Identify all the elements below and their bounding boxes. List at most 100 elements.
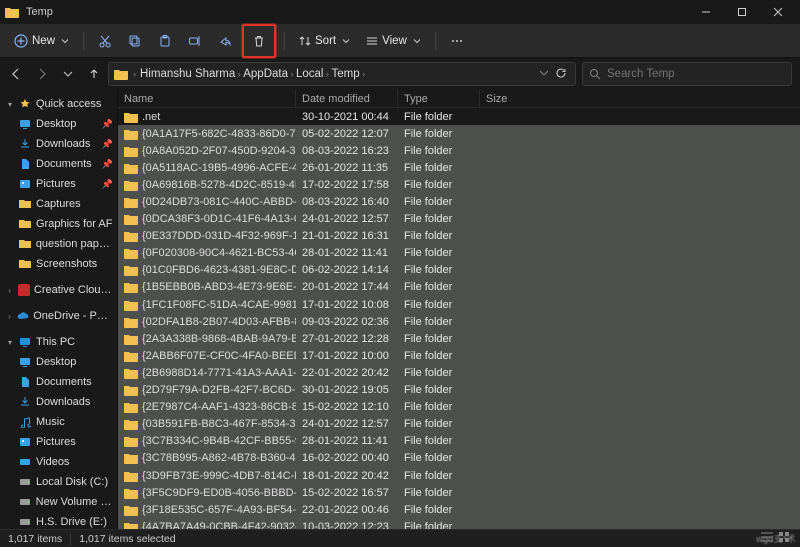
table-row[interactable]: .net30-10-2021 00:44File folder bbox=[118, 108, 800, 125]
table-row[interactable]: {3F5C9DF9-ED0B-4056-BBBD-64331725E5...15… bbox=[118, 484, 800, 501]
file-name: {3D9FB73E-999C-4DB7-814C-D2AE3FC7A... bbox=[142, 470, 296, 482]
status-bar: 1,017 items 1,017 items selected bbox=[0, 529, 800, 547]
table-row[interactable]: {2B6988D14-7771-41A3-AAA1-BF4B08CA0...22… bbox=[118, 364, 800, 381]
chevron-right-icon[interactable]: › bbox=[133, 69, 136, 79]
table-row[interactable]: {01C0FBD6-4623-4381-9E8C-DF3D5ABF8...06-… bbox=[118, 262, 800, 279]
sidebar-item-creative-cloud[interactable]: › Creative Cloud Fil bbox=[0, 280, 117, 300]
column-header-type[interactable]: Type bbox=[398, 90, 480, 107]
up-button[interactable] bbox=[86, 64, 102, 84]
minimize-button[interactable] bbox=[688, 0, 724, 24]
file-type: File folder bbox=[398, 179, 480, 191]
file-name: {2E7987C4-AAF1-4323-86CB-8EB0F92F23... bbox=[142, 401, 296, 413]
table-row[interactable]: {2E7987C4-AAF1-4323-86CB-8EB0F92F23...15… bbox=[118, 399, 800, 416]
forward-button[interactable] bbox=[34, 64, 50, 84]
back-button[interactable] bbox=[8, 64, 24, 84]
view-icon bbox=[366, 35, 378, 47]
sidebar-item[interactable]: H.S. Drive (E:) bbox=[0, 512, 117, 529]
sidebar-item[interactable]: question papers bbox=[0, 234, 117, 254]
details-view-toggle[interactable] bbox=[760, 531, 774, 546]
table-row[interactable]: {03B591FB-B8C3-467F-8534-32B774BBB7...24… bbox=[118, 416, 800, 433]
sidebar-item[interactable]: Pictures bbox=[0, 432, 117, 452]
sidebar-item[interactable]: Pictures📌 bbox=[0, 174, 117, 194]
sidebar-item-quick-access[interactable]: ▾ Quick access bbox=[0, 94, 117, 114]
more-button[interactable] bbox=[444, 28, 470, 54]
sidebar-item[interactable]: Local Disk (C:) bbox=[0, 472, 117, 492]
table-row[interactable]: {2ABB6F07E-CF0C-4FA0-BEED-277CAC5E3...17… bbox=[118, 347, 800, 364]
file-date: 10-03-2022 12:23 bbox=[296, 521, 398, 529]
sidebar-item[interactable]: New Volume (D: bbox=[0, 492, 117, 512]
table-row[interactable]: {2D79F79A-D2FB-42F7-BC6D-1516B67F10...30… bbox=[118, 382, 800, 399]
sidebar-item[interactable]: Documents bbox=[0, 372, 117, 392]
breadcrumb[interactable]: › Himanshu Sharma › AppData › Local › Te… bbox=[108, 62, 576, 86]
search-input[interactable] bbox=[607, 68, 785, 80]
copy-button[interactable] bbox=[122, 28, 148, 54]
nav-arrows bbox=[8, 64, 102, 84]
table-row[interactable]: {02DFA1B8-2B07-4D03-AFBB-8A6BC7C0...09-0… bbox=[118, 313, 800, 330]
column-header-date[interactable]: Date modified bbox=[296, 90, 398, 107]
paste-button[interactable] bbox=[152, 28, 178, 54]
table-row[interactable]: {3C7B334C-9B4B-42CF-BB55-93006ECE9...28-… bbox=[118, 433, 800, 450]
breadcrumb-segment[interactable]: AppData bbox=[243, 68, 288, 80]
table-row[interactable]: {3F18E535C-657F-4A93-BF54-85B91778968...… bbox=[118, 501, 800, 518]
sidebar-item[interactable]: Desktop bbox=[0, 352, 117, 372]
column-header-name[interactable]: Name bbox=[118, 90, 296, 107]
file-date: 22-01-2022 00:46 bbox=[296, 504, 398, 516]
sidebar-item[interactable]: Screenshots bbox=[0, 254, 117, 274]
folder-icon bbox=[124, 367, 138, 379]
breadcrumb-segment[interactable]: Local bbox=[296, 68, 324, 80]
table-row[interactable]: {0F020308-90C4-4621-BC53-4CE7775A6A...28… bbox=[118, 245, 800, 262]
new-button[interactable]: New bbox=[8, 30, 75, 52]
file-type: File folder bbox=[398, 452, 480, 464]
table-row[interactable]: {2A3A338B-9868-4BAB-9A79-BF007CBD8...27-… bbox=[118, 330, 800, 347]
table-row[interactable]: {0E337DDD-031D-4F32-969F-1DFD189964...21… bbox=[118, 228, 800, 245]
file-date: 08-03-2022 16:23 bbox=[296, 145, 398, 157]
refresh-button[interactable] bbox=[555, 67, 567, 82]
sidebar-item-onedrive[interactable]: › OneDrive - Person bbox=[0, 306, 117, 326]
table-row[interactable]: {4A7BA7A49-0CBB-4F42-9032-5141008DA8...1… bbox=[118, 518, 800, 529]
file-date: 21-01-2022 16:31 bbox=[296, 230, 398, 242]
status-item-count: 1,017 items bbox=[8, 533, 62, 545]
table-row[interactable]: {1FC1F08FC-51DA-4CAE-9981-44EF8DCA5...17… bbox=[118, 296, 800, 313]
view-button[interactable]: View bbox=[360, 31, 427, 51]
share-button[interactable] bbox=[212, 28, 238, 54]
sidebar-item[interactable]: Graphics for AF bbox=[0, 214, 117, 234]
file-date: 05-02-2022 12:07 bbox=[296, 128, 398, 140]
column-header-size[interactable]: Size bbox=[480, 90, 800, 107]
folder-icon bbox=[124, 196, 138, 208]
file-name: {0D24DB73-081C-440C-ABBD-D70FC2371... bbox=[142, 196, 296, 208]
close-button[interactable] bbox=[760, 0, 796, 24]
table-row[interactable]: {0DCA38F3-0D1C-41F6-4A13-C6D6CFB4...24-0… bbox=[118, 211, 800, 228]
search-box[interactable] bbox=[582, 62, 792, 86]
download-icon bbox=[18, 395, 32, 409]
table-row[interactable]: {0A5118AC-19B5-4996-ACFE-4940439D9...26-… bbox=[118, 159, 800, 176]
sort-button[interactable]: Sort bbox=[293, 31, 356, 51]
rename-button[interactable] bbox=[182, 28, 208, 54]
new-button-label: New bbox=[32, 35, 55, 47]
breadcrumb-segment[interactable]: Himanshu Sharma bbox=[140, 68, 235, 80]
table-row[interactable]: {0A1A17F5-682C-4833-86D0-71430E31EF...05… bbox=[118, 125, 800, 142]
table-row[interactable]: {3C78B995-A862-4B78-B360-4E6374D143...16… bbox=[118, 450, 800, 467]
delete-button[interactable] bbox=[246, 28, 272, 54]
recent-locations-button[interactable] bbox=[539, 68, 549, 81]
maximize-button[interactable] bbox=[724, 0, 760, 24]
table-row[interactable]: {0A8A052D-2F07-450D-9204-31510C4DA...08-… bbox=[118, 142, 800, 159]
table-row[interactable]: {3D9FB73E-999C-4DB7-814C-D2AE3FC7A...18-… bbox=[118, 467, 800, 484]
table-row[interactable]: {0D24DB73-081C-440C-ABBD-D70FC2371...08-… bbox=[118, 193, 800, 210]
table-row[interactable]: {1B5EBB0B-ABD3-4E73-9E6E-B400B45B1...20-… bbox=[118, 279, 800, 296]
sidebar-item[interactable]: Desktop📌 bbox=[0, 114, 117, 134]
file-name: {1B5EBB0B-ABD3-4E73-9E6E-B400B45B1... bbox=[142, 281, 296, 293]
tiles-view-toggle[interactable] bbox=[778, 531, 792, 546]
sidebar-item[interactable]: Music bbox=[0, 412, 117, 432]
table-row[interactable]: {0A69816B-5278-4D2C-8519-4D21C5646B...17… bbox=[118, 176, 800, 193]
breadcrumb-segment[interactable]: Temp bbox=[332, 68, 360, 80]
cut-button[interactable] bbox=[92, 28, 118, 54]
sidebar-item[interactable]: Videos bbox=[0, 452, 117, 472]
recent-button[interactable] bbox=[60, 64, 76, 84]
file-type: File folder bbox=[398, 384, 480, 396]
sidebar-item[interactable]: Downloads📌 bbox=[0, 134, 117, 154]
sidebar-item[interactable]: Documents📌 bbox=[0, 154, 117, 174]
sidebar-item[interactable]: Captures bbox=[0, 194, 117, 214]
sidebar-item-this-pc[interactable]: ▾ This PC bbox=[0, 332, 117, 352]
file-type: File folder bbox=[398, 367, 480, 379]
sidebar-item[interactable]: Downloads bbox=[0, 392, 117, 412]
